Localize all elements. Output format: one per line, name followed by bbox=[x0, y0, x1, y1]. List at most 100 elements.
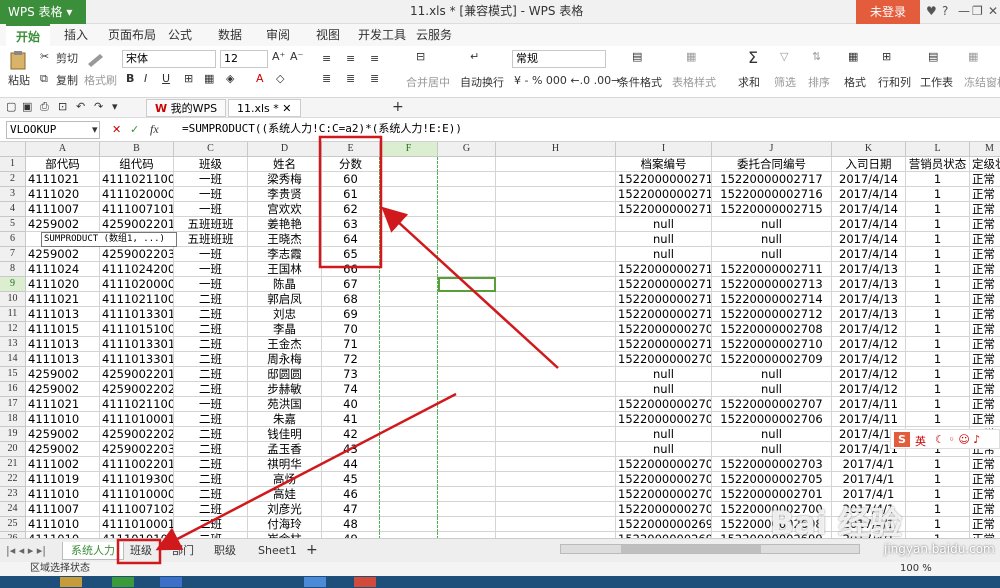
table-cell[interactable]: 2017/4/14 bbox=[832, 232, 906, 247]
app-menu-button[interactable]: WPS 表格 ▾ bbox=[0, 0, 86, 24]
table-cell[interactable]: 15220000002714 bbox=[616, 292, 712, 307]
table-cell[interactable]: 4259002 bbox=[26, 427, 100, 442]
table-cell[interactable]: 4111010 bbox=[26, 412, 100, 427]
table-cell[interactable]: 4259002 bbox=[26, 442, 100, 457]
table-cell[interactable]: 二班 bbox=[174, 472, 248, 487]
font-size-select[interactable]: 12 bbox=[220, 50, 268, 68]
font-name-select[interactable]: 宋体 bbox=[122, 50, 216, 68]
sheet-tab-system[interactable]: 系统人力 bbox=[62, 542, 124, 560]
clear-format-icon[interactable]: ◇ bbox=[276, 72, 284, 85]
table-cell[interactable] bbox=[496, 172, 616, 187]
align-middle-icon[interactable]: ≡ bbox=[346, 52, 355, 65]
align-left-icon[interactable]: ≣ bbox=[322, 72, 331, 85]
table-cell[interactable]: 1 bbox=[906, 457, 970, 472]
table-cell[interactable]: 王国林 bbox=[248, 262, 322, 277]
table-cell[interactable]: 一班 bbox=[174, 202, 248, 217]
table-cell[interactable]: 41110100001 bbox=[100, 487, 174, 502]
table-cell[interactable]: 1 bbox=[906, 397, 970, 412]
table-cell[interactable]: 正常 bbox=[970, 217, 1000, 232]
border-icon[interactable]: ⊞ bbox=[184, 72, 193, 85]
table-cell[interactable]: 付海玲 bbox=[248, 517, 322, 532]
table-cell[interactable]: 李贵贤 bbox=[248, 187, 322, 202]
menu-insert[interactable]: 插入 bbox=[64, 24, 88, 46]
table-cell[interactable]: 一班 bbox=[174, 172, 248, 187]
table-cell[interactable] bbox=[380, 397, 438, 412]
table-cell[interactable]: 二班 bbox=[174, 307, 248, 322]
table-cell[interactable] bbox=[438, 217, 496, 232]
table-cell[interactable] bbox=[380, 442, 438, 457]
conditional-format-button[interactable]: 条件格式 bbox=[618, 74, 662, 90]
table-cell[interactable]: 正常 bbox=[970, 457, 1000, 472]
table-cell[interactable] bbox=[496, 262, 616, 277]
table-cell[interactable] bbox=[380, 262, 438, 277]
table-cell[interactable]: 正常 bbox=[970, 292, 1000, 307]
menu-developer[interactable]: 开发工具 bbox=[358, 24, 406, 46]
column-header[interactable]: F bbox=[380, 142, 438, 157]
table-cell[interactable] bbox=[496, 382, 616, 397]
table-cell[interactable] bbox=[496, 337, 616, 352]
table-cell[interactable] bbox=[438, 487, 496, 502]
row-header[interactable]: 15 bbox=[0, 367, 26, 382]
align-bottom-icon[interactable]: ≡ bbox=[370, 52, 379, 65]
table-cell[interactable]: 40 bbox=[322, 397, 380, 412]
table-cell[interactable]: 41110200009 bbox=[100, 277, 174, 292]
table-cell[interactable]: 1 bbox=[906, 292, 970, 307]
table-cell[interactable] bbox=[380, 367, 438, 382]
table-cell[interactable]: 正常 bbox=[970, 262, 1000, 277]
table-cell[interactable] bbox=[496, 187, 616, 202]
table-cell[interactable]: 李晶 bbox=[248, 322, 322, 337]
table-cell[interactable] bbox=[380, 232, 438, 247]
table-cell[interactable]: 营销员状态 bbox=[906, 157, 970, 172]
tab-close-icon[interactable]: ✕ bbox=[282, 102, 291, 115]
table-cell[interactable]: 档案编号 bbox=[616, 157, 712, 172]
table-cell[interactable] bbox=[380, 457, 438, 472]
table-cell[interactable]: 组代码 bbox=[100, 157, 174, 172]
table-cell[interactable]: 钱佳明 bbox=[248, 427, 322, 442]
table-cell[interactable]: 70 bbox=[322, 322, 380, 337]
table-cell[interactable] bbox=[380, 412, 438, 427]
table-cell[interactable]: 15220000002701 bbox=[616, 487, 712, 502]
table-cell[interactable] bbox=[380, 277, 438, 292]
table-cell[interactable]: 2017/4/13 bbox=[832, 262, 906, 277]
table-cell[interactable]: 69 bbox=[322, 307, 380, 322]
table-cell[interactable]: 1 bbox=[906, 322, 970, 337]
table-cell[interactable] bbox=[438, 367, 496, 382]
table-cell[interactable]: 63 bbox=[322, 217, 380, 232]
confirm-icon[interactable]: ✓ bbox=[130, 123, 139, 136]
table-cell[interactable]: 一班 bbox=[174, 247, 248, 262]
table-cell[interactable]: 15220000002714 bbox=[712, 292, 832, 307]
redo-icon[interactable]: ↷ bbox=[94, 100, 103, 113]
table-cell[interactable]: 2017/4/13 bbox=[832, 277, 906, 292]
table-cell[interactable]: 正常 bbox=[970, 472, 1000, 487]
tab-my-wps[interactable]: W 我的WPS bbox=[146, 99, 227, 117]
table-cell[interactable]: 1 bbox=[906, 502, 970, 517]
column-header[interactable]: K bbox=[832, 142, 906, 157]
moon-icon[interactable]: ☾ ◦ ☺ ♪ bbox=[935, 433, 980, 446]
table-cell[interactable]: 一班 bbox=[174, 397, 248, 412]
table-cell[interactable]: null bbox=[712, 232, 832, 247]
table-cell[interactable]: 郭启凤 bbox=[248, 292, 322, 307]
row-column-button[interactable]: 行和列 bbox=[878, 74, 911, 90]
table-cell[interactable]: 67 bbox=[322, 277, 380, 292]
freeze-panes-button[interactable]: 冻结窗格 bbox=[964, 74, 1000, 90]
table-cell[interactable]: null bbox=[616, 367, 712, 382]
table-cell[interactable]: 正常 bbox=[970, 397, 1000, 412]
table-cell[interactable]: 正常 bbox=[970, 337, 1000, 352]
align-right-icon[interactable]: ≣ bbox=[370, 72, 379, 85]
table-cell[interactable]: 4111007 bbox=[26, 202, 100, 217]
table-cell[interactable]: 15220000002700 bbox=[616, 502, 712, 517]
table-cell[interactable] bbox=[496, 457, 616, 472]
table-cell[interactable]: 42590022018 bbox=[100, 217, 174, 232]
taskbar-app-icon[interactable] bbox=[112, 577, 134, 587]
fx-icon[interactable]: fx bbox=[150, 122, 159, 137]
table-cell[interactable]: 二班 bbox=[174, 442, 248, 457]
table-cell[interactable]: 王金杰 bbox=[248, 337, 322, 352]
customize-icon[interactable]: ▾ bbox=[112, 100, 118, 113]
row-header[interactable]: 22 bbox=[0, 472, 26, 487]
table-cell[interactable] bbox=[496, 397, 616, 412]
column-header[interactable]: D bbox=[248, 142, 322, 157]
table-cell[interactable] bbox=[438, 277, 496, 292]
table-cell[interactable]: 41110133017 bbox=[100, 337, 174, 352]
row-header[interactable]: 3 bbox=[0, 187, 26, 202]
row-header[interactable]: 23 bbox=[0, 487, 26, 502]
